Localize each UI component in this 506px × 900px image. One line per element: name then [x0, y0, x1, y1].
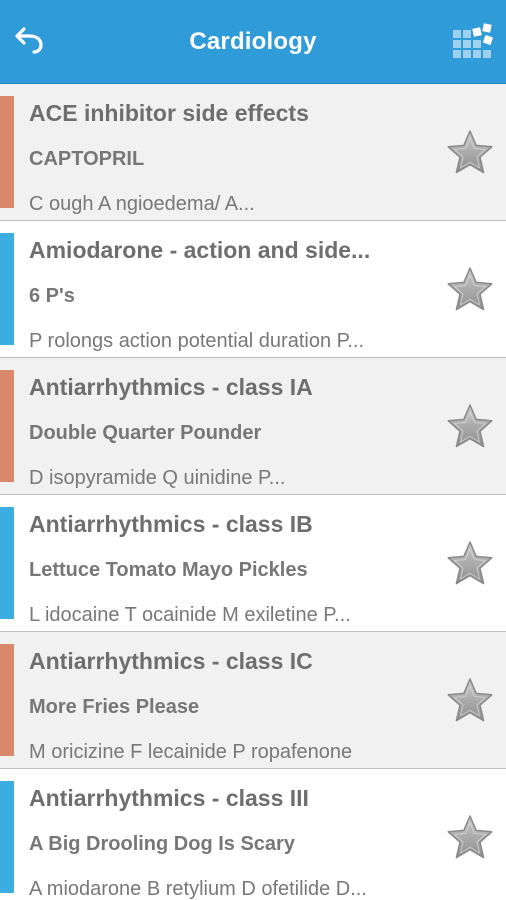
item-preview: D isopyramide Q uinidine P...	[29, 467, 286, 489]
list-item[interactable]: Antiarrhythmics - class IB Lettuce Tomat…	[0, 495, 506, 632]
favorite-star-icon[interactable]	[446, 814, 494, 862]
item-preview: P rolongs action potential duration P...	[29, 330, 365, 352]
grid-menu-button[interactable]	[452, 22, 494, 64]
item-mnemonic: Double Quarter Pounder	[29, 422, 262, 444]
grid-menu-icon	[452, 23, 494, 68]
favorite-star-icon[interactable]	[446, 403, 494, 451]
list-item[interactable]: Amiodarone - action and side... 6 P's P …	[0, 221, 506, 358]
favorite-star-icon[interactable]	[446, 677, 494, 725]
category-color-bar	[0, 233, 14, 345]
item-preview: L idocaine T ocainide M exiletine P...	[29, 604, 351, 626]
favorite-star-icon[interactable]	[446, 540, 494, 588]
category-color-bar	[0, 781, 14, 893]
category-color-bar	[0, 370, 14, 482]
item-preview: C ough A ngioedema/ A...	[29, 193, 255, 215]
list-item[interactable]: Antiarrhythmics - class III A Big Drooli…	[0, 769, 506, 900]
item-title: Antiarrhythmics - class IA	[29, 374, 313, 400]
page-title: Cardiology	[189, 27, 317, 55]
favorite-star-icon[interactable]	[446, 266, 494, 314]
item-mnemonic: CAPTOPRIL	[29, 148, 145, 170]
app-screen: Cardiology ACE inhibitor side effects CA…	[0, 0, 506, 900]
list-item[interactable]: Antiarrhythmics - class IA Double Quarte…	[0, 358, 506, 495]
item-mnemonic: Lettuce Tomato Mayo Pickles	[29, 559, 308, 581]
category-color-bar	[0, 644, 14, 756]
top-app-bar: Cardiology	[0, 0, 506, 84]
item-mnemonic: A Big Drooling Dog Is Scary	[29, 833, 295, 855]
item-title: Antiarrhythmics - class IC	[29, 648, 313, 674]
list-item[interactable]: Antiarrhythmics - class IC More Fries Pl…	[0, 632, 506, 769]
item-preview: A miodarone B retylium D ofetilide D...	[29, 878, 367, 900]
item-title: Antiarrhythmics - class III	[29, 785, 309, 811]
category-color-bar	[0, 96, 14, 208]
item-title: Amiodarone - action and side...	[29, 237, 371, 263]
list-item[interactable]: ACE inhibitor side effects CAPTOPRIL C o…	[0, 84, 506, 221]
category-color-bar	[0, 507, 14, 619]
favorite-star-icon[interactable]	[446, 129, 494, 177]
item-mnemonic: More Fries Please	[29, 696, 200, 718]
item-title: Antiarrhythmics - class IB	[29, 511, 313, 537]
back-arrow-icon	[15, 25, 45, 60]
item-preview: M oricizine F lecainide P ropafenone	[29, 741, 353, 763]
back-button[interactable]	[10, 22, 50, 62]
item-title: ACE inhibitor side effects	[29, 100, 309, 126]
item-mnemonic: 6 P's	[29, 285, 75, 307]
mnemonic-list: ACE inhibitor side effects CAPTOPRIL C o…	[0, 84, 506, 900]
